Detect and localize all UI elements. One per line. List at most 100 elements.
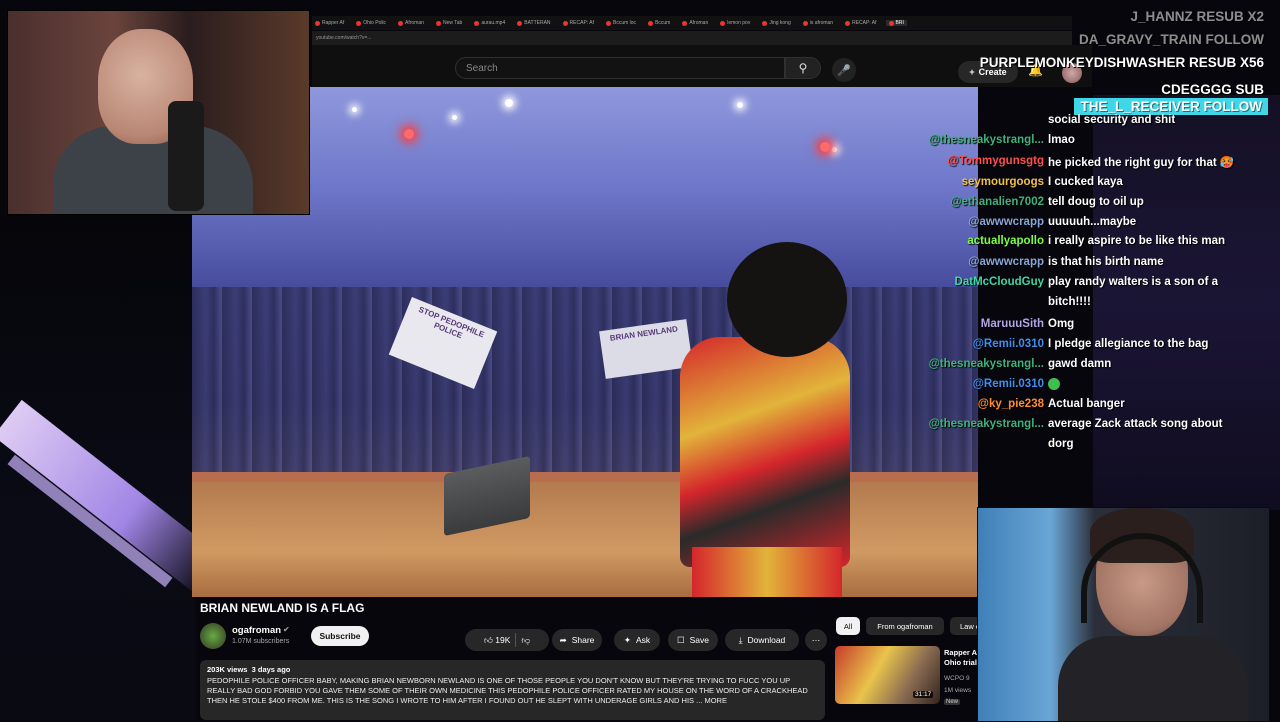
browser-tab[interactable]: Afroman xyxy=(679,20,711,26)
browser-tab[interactable]: is afroman xyxy=(800,20,836,26)
webcam-overlay-guest xyxy=(977,507,1270,722)
browser-tab[interactable]: aurau.mp4 xyxy=(471,20,508,26)
chat-text: is that his birth name xyxy=(1048,256,1164,268)
tab-label: Afroman xyxy=(689,20,709,26)
stage-light xyxy=(820,142,830,152)
search-icon: ⚲ xyxy=(798,61,808,75)
tab-label: Ohio Polic xyxy=(363,20,387,26)
divider xyxy=(515,633,517,647)
subscribe-button[interactable]: Subscribe xyxy=(311,626,369,646)
tab-label: RECAP: Af xyxy=(569,20,594,26)
dislike-button[interactable]: 👎︎ xyxy=(521,635,530,646)
ask-label: Ask xyxy=(635,635,651,645)
browser-tab[interactable]: BATTERAN xyxy=(514,20,553,26)
chat-text: gawd damn xyxy=(1048,358,1112,370)
chip-all[interactable]: All xyxy=(836,617,860,635)
browser-tab[interactable]: Bccum loc xyxy=(603,20,639,26)
performer xyxy=(680,337,850,567)
chat-username: DatMcCloudGuy xyxy=(954,276,1044,288)
background-panel xyxy=(0,215,195,720)
browser-tab[interactable]: Rapper Af xyxy=(312,20,347,26)
chat-username: @thesneakystrangl... xyxy=(928,418,1044,430)
browser-tab[interactable]: RECAP: Af xyxy=(842,20,879,26)
video-description[interactable]: 203K views 3 days ago PEDOPHILE POLICE O… xyxy=(200,660,825,720)
ask-button[interactable]: ✦ Ask xyxy=(614,629,660,651)
browser-tab[interactable]: Afroman xyxy=(395,20,427,26)
chat-text: social security and shit xyxy=(1048,114,1176,126)
favicon-icon xyxy=(720,20,726,26)
subscriber-count: 1.07M subscribers xyxy=(232,638,290,645)
share-icon: ➦ xyxy=(559,634,567,645)
microphone xyxy=(168,101,204,211)
chat-text: average Zack attack song about xyxy=(1048,418,1223,430)
favicon-icon xyxy=(315,20,320,26)
tab-label: lemon pov xyxy=(727,20,751,26)
browser-tab[interactable]: RECAP: Af xyxy=(560,20,597,26)
microphone-icon: 🎤 xyxy=(837,64,851,77)
channel-avatar[interactable] xyxy=(200,623,226,649)
share-button[interactable]: ➦ Share xyxy=(552,629,602,651)
stage-light xyxy=(832,147,837,152)
plus-icon: + xyxy=(969,67,975,77)
favicon-icon xyxy=(398,20,404,26)
chat-text: dorg xyxy=(1048,438,1074,450)
share-label: Share xyxy=(571,635,595,645)
tab-label: Bccum loc xyxy=(613,20,637,26)
search-button[interactable]: ⚲ xyxy=(785,57,821,79)
tab-label: New Tab xyxy=(442,20,463,26)
stage-floor xyxy=(192,482,978,597)
tab-label: aurau.mp4 xyxy=(481,20,506,26)
browser-tab[interactable]: New Tab xyxy=(433,20,465,26)
chat-username: @Remii.0310 xyxy=(972,378,1044,390)
tab-label: BATTERAN xyxy=(524,20,551,26)
favicon-icon xyxy=(802,20,808,26)
save-button[interactable]: ☐ Save xyxy=(668,629,718,651)
address-bar[interactable]: youtube.com/watch?v=... xyxy=(312,31,1072,45)
browser-tab[interactable]: Jing kong xyxy=(759,20,793,26)
recommended-video-channel: WCPO 9 xyxy=(944,675,970,682)
tab-label: Jing kong xyxy=(769,20,791,26)
favicon-icon xyxy=(435,20,441,26)
more-icon: ⋯ xyxy=(811,634,821,645)
browser-tab[interactable]: BRI xyxy=(885,20,907,26)
download-button[interactable]: ⤓ Download xyxy=(725,629,799,651)
like-dislike-group: 👍︎ 19K 👎︎ xyxy=(465,629,549,651)
favicon-icon xyxy=(845,20,851,26)
view-count: 203K views xyxy=(207,665,248,674)
description-text: PEDOPHILE POLICE OFFICER BABY, MAKING BR… xyxy=(207,676,808,706)
chat-username: MaruuuSith xyxy=(980,318,1044,330)
stream-event: CDEGGGG SUB xyxy=(1161,82,1264,97)
chat-username: @thesneakystrangl... xyxy=(928,134,1044,146)
download-icon: ⤓ xyxy=(738,634,743,645)
stream-event: J_HANNZ RESUB X2 xyxy=(1130,9,1264,24)
chat-username: @ky_pie238 xyxy=(977,398,1044,410)
channel-name[interactable]: ogafroman xyxy=(232,625,281,636)
money-emote-icon xyxy=(1048,378,1060,390)
more-actions-button[interactable]: ⋯ xyxy=(805,629,827,651)
tab-label: Afroman xyxy=(405,20,424,26)
stage-light xyxy=(404,129,414,139)
video-title: BRIAN NEWLAND IS A FLAG xyxy=(200,601,365,615)
performer-legs xyxy=(692,547,842,597)
tab-label: BRI xyxy=(895,20,904,26)
voice-search-button[interactable]: 🎤 xyxy=(832,58,856,82)
upload-age: 3 days ago xyxy=(251,665,291,674)
description-meta: 203K views 3 days ago xyxy=(207,665,818,674)
chip-from-channel[interactable]: From ogafroman xyxy=(866,617,944,635)
glitch-effect xyxy=(0,399,195,597)
chat-username: @ethanalien7002 xyxy=(950,196,1044,208)
browser-tab[interactable]: lemon pov xyxy=(717,20,753,26)
like-button[interactable]: 👍︎ 19K xyxy=(484,635,510,646)
chat-text: play randy walters is a son of a xyxy=(1048,276,1219,288)
chat-username: actuallyapollo xyxy=(967,235,1044,247)
browser-tab[interactable]: Bccum xyxy=(645,20,673,26)
stream-event-highlight: THE_L_RECEIVER FOLLOW xyxy=(1074,98,1268,115)
verified-icon: ✔ xyxy=(283,625,290,634)
browser-tab[interactable]: Ohio Polic xyxy=(353,20,389,26)
favicon-icon xyxy=(356,20,362,26)
search-input[interactable]: Search xyxy=(455,57,785,79)
save-label: Save xyxy=(689,635,709,645)
favicon-icon xyxy=(682,20,688,26)
browser-tab-strip: Rapper Af Ohio Polic Afroman New Tab aurau.m… xyxy=(312,16,1072,30)
favicon-icon xyxy=(474,20,480,26)
